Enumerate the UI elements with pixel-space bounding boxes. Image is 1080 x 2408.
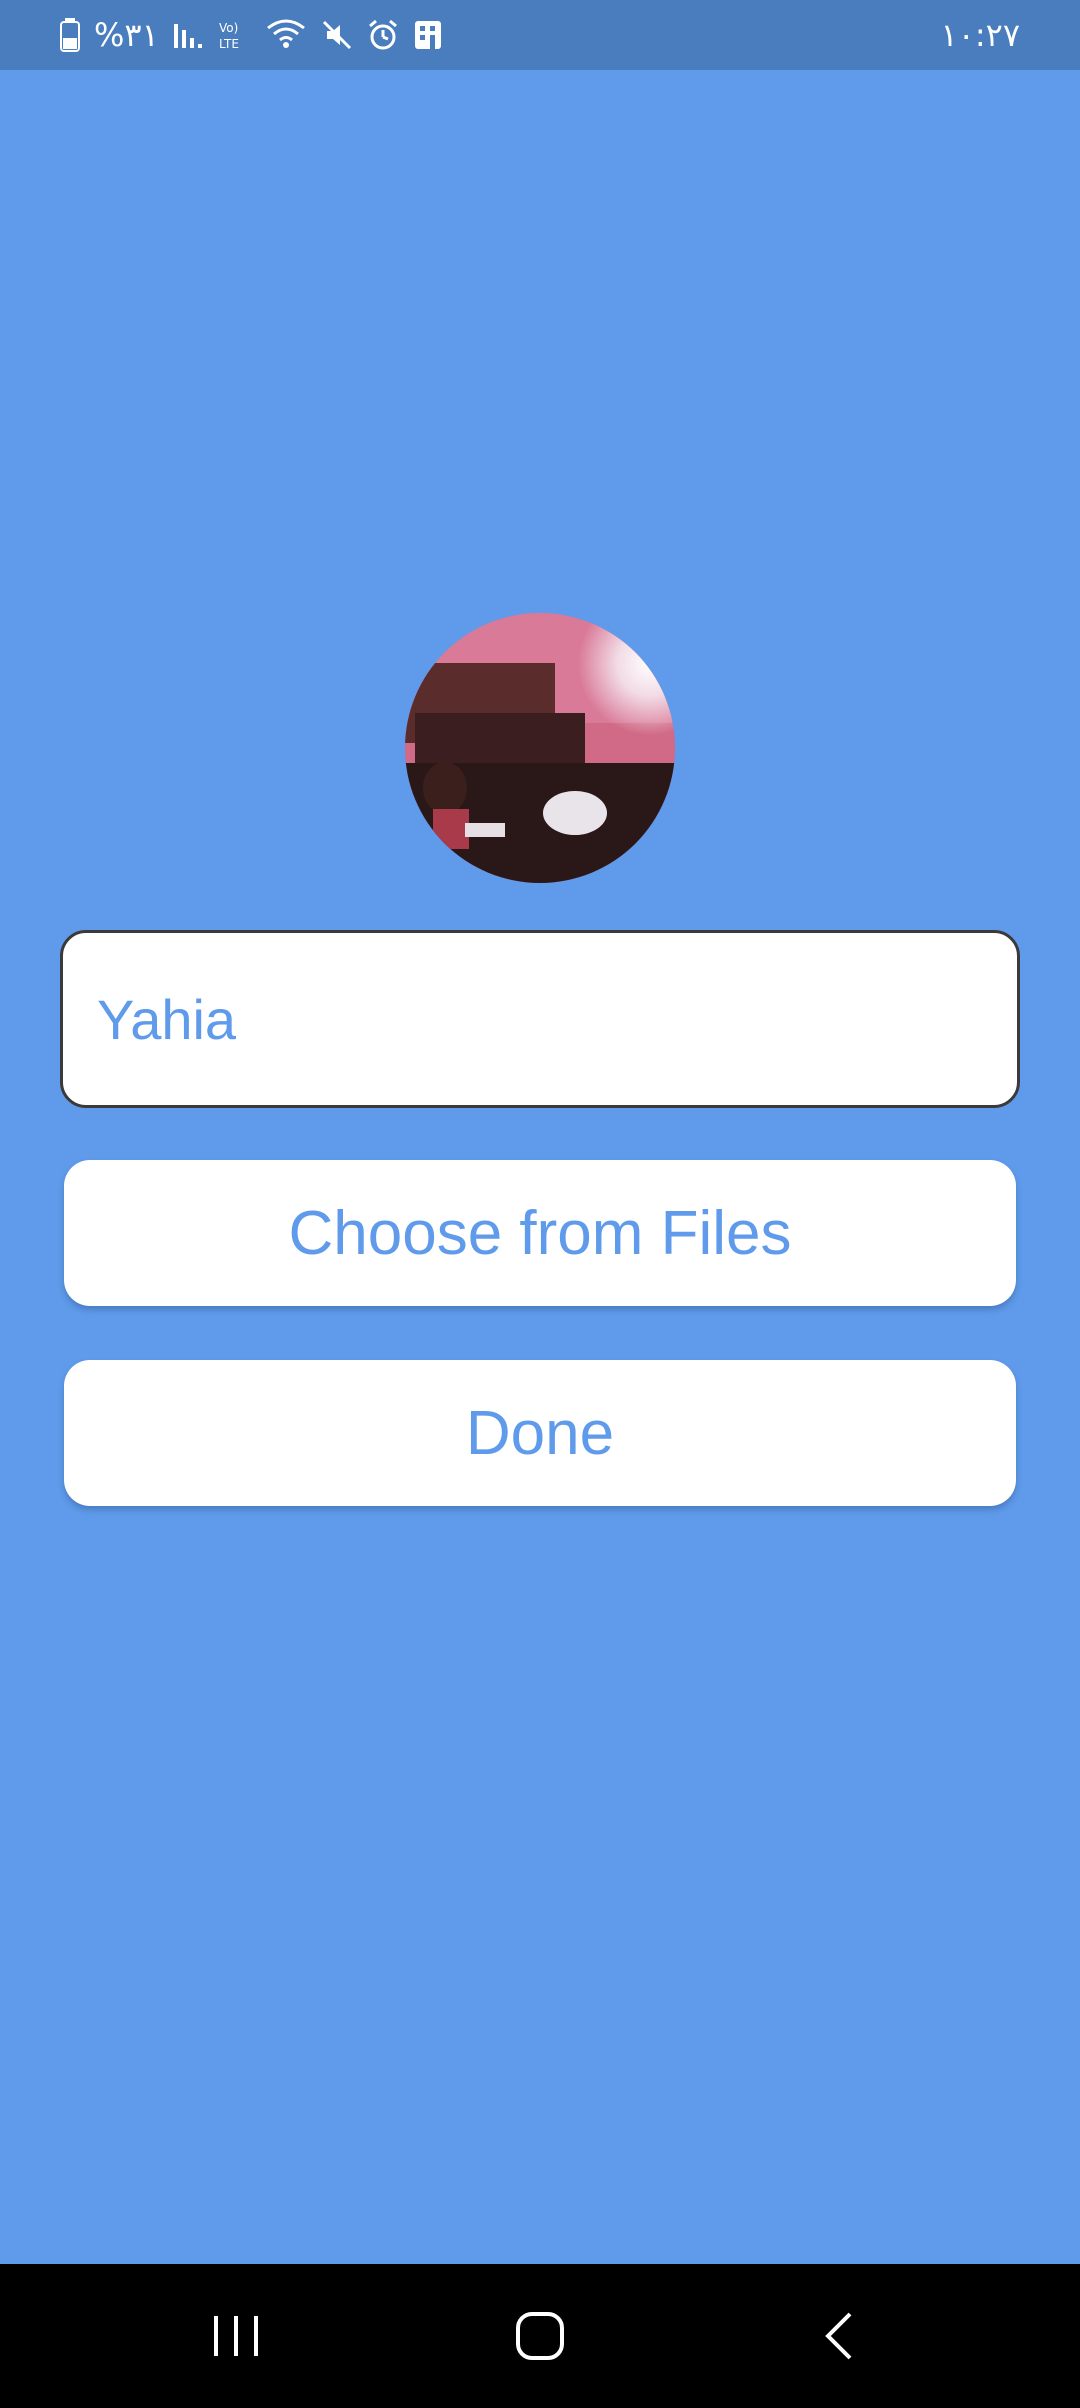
recents-icon: [214, 2316, 258, 2356]
back-button[interactable]: [790, 2286, 890, 2386]
recents-button[interactable]: [186, 2286, 286, 2386]
home-icon: [516, 2312, 564, 2360]
avatar-photo: [405, 613, 675, 883]
status-bar: %٣١ Vo) LTE ١٠:٢٧: [0, 0, 1080, 70]
alarm-icon: [367, 19, 399, 51]
mute-icon: [321, 19, 353, 51]
name-input[interactable]: [60, 930, 1020, 1108]
volte-icon: Vo) LTE: [217, 18, 251, 52]
navigation-bar: [0, 2264, 1080, 2408]
status-icons: %٣١ Vo) LTE: [60, 14, 443, 56]
back-icon: [825, 2312, 852, 2360]
battery-icon: [60, 18, 80, 52]
wifi-icon: [265, 18, 307, 52]
home-button[interactable]: [490, 2286, 590, 2386]
battery-percent: %٣١: [94, 16, 159, 54]
done-button[interactable]: Done: [64, 1360, 1016, 1506]
choose-from-files-button[interactable]: Choose from Files: [64, 1160, 1016, 1306]
svg-text:Vo): Vo): [219, 21, 238, 35]
profile-avatar[interactable]: [405, 613, 675, 883]
status-time: ١٠:٢٧: [940, 16, 1020, 54]
building-icon: [413, 19, 443, 51]
signal-icon: [173, 20, 203, 50]
svg-text:LTE: LTE: [219, 37, 239, 51]
